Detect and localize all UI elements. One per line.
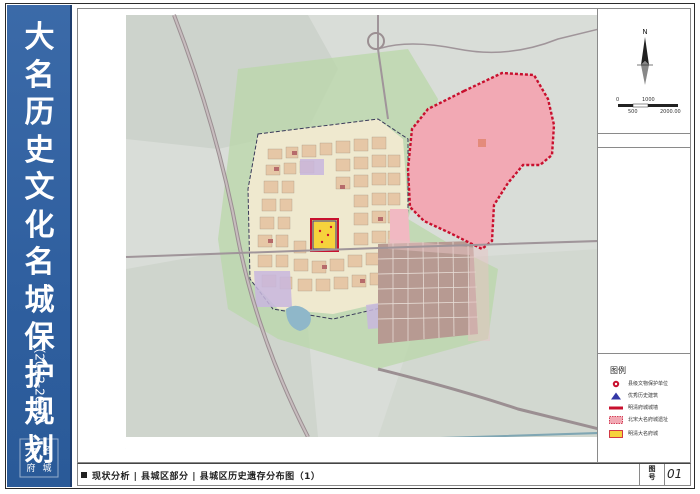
logo-char: 府 [26,462,35,474]
yellow-rect-icon [609,430,623,438]
title-char: 名 [24,245,55,280]
pink-rect-icon [609,416,623,424]
song-site-marker [478,139,486,147]
north-arrow-icon: N [637,28,653,85]
damingfu-logo: 大 名 府 城 [19,438,59,478]
logo-char: 名 [42,444,51,456]
blue-triangle-icon [611,392,621,400]
title-char: 历 [24,95,55,130]
title-char: 文 [24,170,55,205]
plan-years: （2012-2030） [11,341,68,431]
legend-label: 优秀历史建筑 [628,393,659,399]
title-band: 大 名 历 史 文 化 名 城 保 护 规 划 （2012-2030） 大 名 … [7,5,72,487]
caption-bullet-icon [81,472,87,478]
scale-mid-top: 1000 [642,97,655,103]
legend-label: 县级文物保护单位 [628,381,669,387]
logo-char: 大 [25,443,37,458]
scale-mid-bottom: 500 [628,109,638,115]
figure-number-label-char: 号 [648,473,656,481]
scale-end: 2000.00 [660,109,681,115]
red-line-icon [609,406,623,410]
map-frame [77,8,598,463]
legend-item: 县级文物保护单位 [609,379,689,391]
figure-number-label-box: 图 号 [639,464,665,485]
red-circle-icon [612,380,620,388]
map-margin [126,437,597,462]
ming-qing-daming-city [310,218,339,252]
logo-char: 城 [42,463,51,474]
town-map [78,9,597,462]
north-label: N [642,28,647,36]
legend-item: 北宋大名府城遗址 [609,415,689,427]
legend-item: 优秀历史建筑 [609,391,689,403]
legend-item: 明清大名府城 [609,429,689,441]
figure-number-label: 图 号 [640,465,664,481]
figure-number-label-char: 图 [648,465,656,473]
figure-number: 01 [667,467,683,481]
legend-item: 明清府城城墙 [609,403,689,415]
legend-label: 明清府城城墙 [628,405,659,411]
legend-label: 北宋大名府城遗址 [628,417,669,423]
panel-divider [598,353,691,354]
right-panel: N 0 1000 500 2000.00 图例 县级文物保护单位 优秀历史建筑 … [598,8,691,463]
legend-title: 图例 [610,366,626,375]
map-caption: 现状分析 | 县城区部分 | 县城区历史遗存分布图（1） [92,472,321,482]
purple-zone [300,159,324,175]
legend-label: 明清大名府城 [628,431,659,437]
title-char: 城 [24,282,55,318]
title-char: 化 [24,207,55,243]
panel-divider [598,147,691,148]
panel-divider [598,133,691,134]
caption-bar: 现状分析 | 县城区部分 | 县城区历史遗存分布图（1） 图 号 01 [77,463,691,486]
title-char: 名 [24,57,55,93]
purple-zone [254,271,292,307]
scale-zero: 0 [616,97,620,103]
plan-years-text: （2012-2030） [32,341,46,431]
title-char: 大 [24,20,55,55]
title-char: 史 [24,132,55,168]
